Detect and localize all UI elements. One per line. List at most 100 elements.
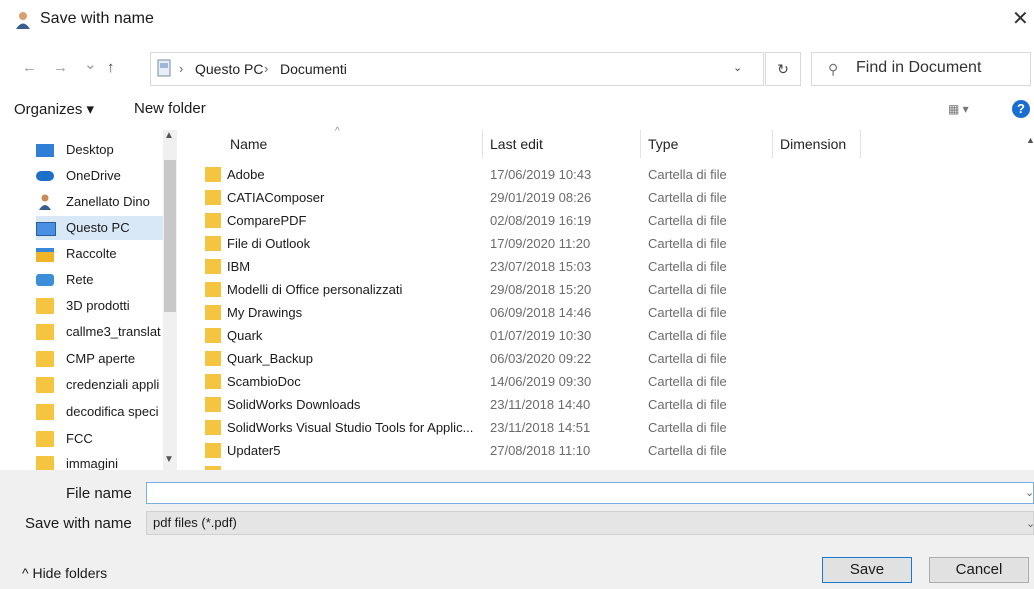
folder-icon: [36, 456, 54, 470]
column-divider[interactable]: [482, 130, 483, 158]
file-row[interactable]: My Drawings 06/09/2018 14:46 Cartella di f…: [195, 301, 755, 324]
sidebar-item-cmp-aperte[interactable]: CMP aperte: [36, 347, 164, 371]
breadcrumb-documenti[interactable]: Documenti: [280, 61, 347, 77]
column-name[interactable]: Name: [230, 136, 267, 152]
sidebar-item-rete[interactable]: Rete: [36, 268, 164, 292]
column-dimension[interactable]: Dimension: [780, 136, 846, 152]
file-name: IBM: [227, 259, 251, 274]
folder-icon: [205, 397, 221, 412]
chevron-down-icon[interactable]: ⌄: [733, 61, 742, 74]
file-row[interactable]: Quark 01/07/2019 10:30 Cartella di file: [195, 324, 755, 347]
sidebar-item-raccolte[interactable]: Raccolte: [36, 242, 164, 266]
file-type: Cartella di file: [648, 282, 727, 297]
refresh-button[interactable]: ↻: [765, 52, 801, 86]
file-type: Cartella di file: [648, 167, 727, 182]
address-bar[interactable]: › Questo PC › Documenti ⌄: [150, 52, 764, 86]
user-icon: [16, 12, 30, 29]
scroll-down-icon[interactable]: ▼: [164, 454, 174, 465]
file-date: 02/08/2019 16:19: [490, 213, 592, 228]
sidebar-item-label: OneDrive: [66, 168, 121, 183]
sidebar-item-label: Desktop: [66, 142, 114, 157]
cloud-icon: [36, 171, 54, 181]
network-icon: [36, 274, 54, 286]
scroll-up-icon[interactable]: ▲: [1026, 135, 1034, 145]
folder-icon: [205, 420, 221, 435]
file-row[interactable]: Updater5 27/08/2018 11:10 Cartella di file: [195, 439, 755, 462]
desktop-icon: [36, 144, 54, 157]
file-row[interactable]: File di Outlook 17/09/2020 11:20 Cartella …: [195, 232, 755, 255]
scroll-up-icon[interactable]: ▲: [164, 130, 174, 141]
folder-icon: [205, 305, 221, 320]
chevron-down-icon[interactable]: ⌄: [1026, 517, 1034, 530]
file-row[interactable]: Modelli di Office personalizzati 29/08/20…: [195, 278, 755, 301]
file-row[interactable]: SolidWorks Downloads 23/11/2018 14:40 Cart…: [195, 393, 755, 416]
breadcrumb-questo-pc[interactable]: Questo PC: [195, 61, 263, 77]
sidebar-item-desktop[interactable]: Desktop: [36, 138, 164, 162]
file-row[interactable]: Quark_Backup 06/03/2020 09:22 Cartella di …: [195, 347, 755, 370]
recent-locations-button[interactable]: ⌄: [84, 55, 97, 73]
sidebar-item-questo-pc[interactable]: Questo PC: [36, 216, 164, 240]
file-date: 23/11/2018 14:40: [490, 397, 591, 412]
view-options-icon[interactable]: ▦ ▾: [948, 102, 969, 116]
file-row[interactable]: SolidWorks Visual Studio Tools for Appli…: [195, 416, 755, 439]
column-divider[interactable]: [860, 130, 861, 158]
file-row[interactable]: ComparePDF 02/08/2019 16:19 Cartella di fi…: [195, 209, 755, 232]
up-button[interactable]: ↑: [107, 59, 115, 76]
back-button[interactable]: ←: [22, 59, 37, 76]
file-name-input[interactable]: [146, 482, 1034, 504]
folder-icon: [36, 404, 54, 420]
folder-icon: [205, 328, 221, 343]
folder-icon: [36, 377, 54, 393]
search-input[interactable]: ⚲ Find in Document: [811, 52, 1031, 86]
sidebar-item-label: 3D prodotti: [66, 298, 130, 313]
save-type-select[interactable]: pdf files (*.pdf) ⌄: [146, 511, 1034, 535]
hide-folders-button[interactable]: ^ Hide folders: [22, 565, 107, 581]
file-date: 14/06/2019 09:30: [490, 374, 592, 389]
file-row[interactable]: CATIAComposer 29/01/2019 08:26 Cartella di…: [195, 186, 755, 209]
title-bar: Save with name ✕: [0, 0, 1034, 40]
sidebar-item-immagini[interactable]: immagini: [36, 452, 164, 470]
chevron-down-icon[interactable]: ⌄: [1025, 486, 1034, 499]
breadcrumb-separator: ›: [179, 61, 184, 76]
save-button[interactable]: Save: [822, 557, 912, 583]
file-type: Cartella di file: [648, 328, 727, 343]
folder-icon: [205, 443, 221, 458]
sidebar-item-label: immagini: [66, 456, 119, 470]
cancel-button[interactable]: Cancel: [929, 557, 1029, 583]
sidebar-item-label: callme3_translat: [66, 324, 161, 339]
library-icon: [36, 248, 54, 262]
file-type: Cartella di file: [648, 443, 727, 458]
file-row[interactable]: Adobe 17/06/2019 10:43 Cartella di file: [195, 163, 755, 186]
file-row[interactable]: ScambioDoc 14/06/2019 09:30 Cartella di fi…: [195, 370, 755, 393]
forward-button[interactable]: →: [53, 59, 68, 76]
file-row[interactable]: IBM 23/07/2018 15:03 Cartella di file: [195, 255, 755, 278]
sidebar-item-label: Zanellato Dino: [66, 194, 150, 209]
column-type[interactable]: Type: [648, 136, 678, 152]
file-name: Quark_Backup: [227, 351, 313, 366]
sidebar-item-onedrive[interactable]: OneDrive: [36, 164, 164, 188]
computer-icon: [157, 59, 171, 77]
column-last-edit[interactable]: Last edit: [490, 136, 543, 152]
nav-scrollbar[interactable]: ▲ ▼: [163, 130, 177, 470]
sidebar-item-callme3[interactable]: callme3_translat: [36, 320, 164, 344]
close-button[interactable]: ✕: [1012, 6, 1034, 32]
file-row-partial[interactable]: [195, 462, 755, 470]
folder-icon: [205, 259, 221, 274]
column-divider[interactable]: [640, 130, 641, 158]
sidebar-item-decodifica[interactable]: decodifica speci: [36, 400, 164, 424]
sidebar-item-3d-prodotti[interactable]: 3D prodotti: [36, 294, 164, 318]
sidebar-item-zanellato-dino[interactable]: Zanellato Dino: [36, 190, 164, 214]
help-icon[interactable]: ?: [1012, 100, 1030, 118]
user-icon: [39, 194, 51, 210]
file-type: Cartella di file: [648, 420, 727, 435]
organize-button[interactable]: Organizes ▾: [14, 100, 94, 118]
file-name: Adobe: [227, 167, 265, 182]
sidebar-item-fcc[interactable]: FCC: [36, 427, 164, 451]
new-folder-button[interactable]: New folder: [134, 100, 206, 117]
scrollbar-thumb[interactable]: [164, 160, 176, 312]
file-name: Modelli di Office personalizzati: [227, 282, 403, 297]
search-icon: ⚲: [828, 61, 839, 77]
column-divider[interactable]: [772, 130, 773, 158]
file-date: 17/06/2019 10:43: [490, 167, 592, 182]
sidebar-item-credenziali[interactable]: credenziali appli: [36, 373, 164, 397]
